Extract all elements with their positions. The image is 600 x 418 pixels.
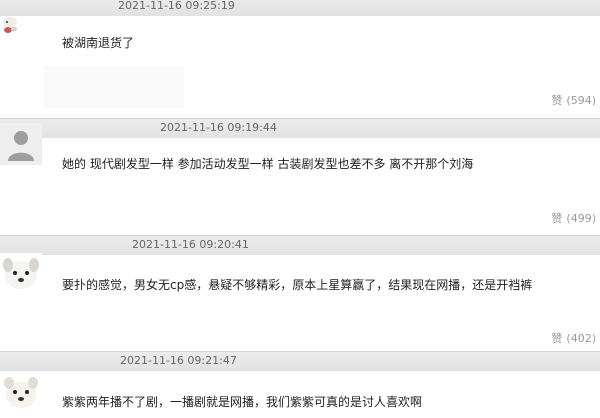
comment-timestamp: 2021-11-16 09:21:47 <box>120 354 237 367</box>
comment-timestamp: 2021-11-16 09:19:44 <box>160 121 277 134</box>
comment-text: 紫紫两年播不了剧，一播剧就是网播，我们紫紫可真的是讨人喜欢啊 <box>62 395 423 409</box>
like-button[interactable]: 赞 (402) <box>551 332 596 346</box>
like-label: 赞 <box>551 94 563 107</box>
dog-avatar-icon[interactable] <box>0 373 42 415</box>
like-button[interactable]: 赞 (499) <box>551 212 596 226</box>
comment-meta-bar: 2021-11-16 09:20:41 <box>0 235 600 255</box>
comment-item: 2021-11-16 09:19:44 她的 现代剧发型一样 参加活动发型一样 … <box>0 118 600 235</box>
comment-text: 她的 现代剧发型一样 参加活动发型一样 古装剧发型也差不多 离不开那个刘海 <box>62 157 474 171</box>
comment-timestamp: 2021-11-16 09:25:19 <box>118 0 235 12</box>
comment-text: 要扑的感觉，男女无cp感，悬疑不够精彩，原本上星算赢了，结果现在网播，还是开裆裤 <box>62 278 533 292</box>
comment-item: 2021-11-16 09:20:41 要扑的感觉，男女无cp感，悬疑不够精彩，… <box>0 235 600 351</box>
sheep-avatar-icon[interactable] <box>0 16 42 36</box>
like-button[interactable]: 赞 (594) <box>551 94 596 108</box>
comment-meta-bar: 2021-11-16 09:21:47 <box>0 351 600 371</box>
comment-item: 2021-11-16 09:25:19 被湖南退货了 赞 (594) <box>0 0 600 118</box>
comment-feed: 2021-11-16 09:25:19 被湖南退货了 赞 (594) 2021-1… <box>0 0 600 418</box>
comment-timestamp: 2021-11-16 09:20:41 <box>132 238 249 251</box>
like-count: (402) <box>566 332 596 345</box>
comment-meta-bar: 2021-11-16 09:25:19 <box>0 0 600 16</box>
like-count: (499) <box>566 212 596 225</box>
default-user-icon[interactable] <box>0 123 42 165</box>
dog-avatar-icon[interactable] <box>0 253 42 295</box>
like-label: 赞 <box>551 212 563 225</box>
comment-item: 2021-11-16 09:21:47 紫紫两年播不了剧，一播剧就是网播，我们紫… <box>0 351 600 418</box>
comment-meta-bar: 2021-11-16 09:19:44 <box>0 118 600 138</box>
comment-text: 被湖南退货了 <box>62 36 135 50</box>
like-label: 赞 <box>551 332 563 345</box>
like-count: (594) <box>566 94 596 107</box>
blurred-image-placeholder <box>44 66 184 108</box>
